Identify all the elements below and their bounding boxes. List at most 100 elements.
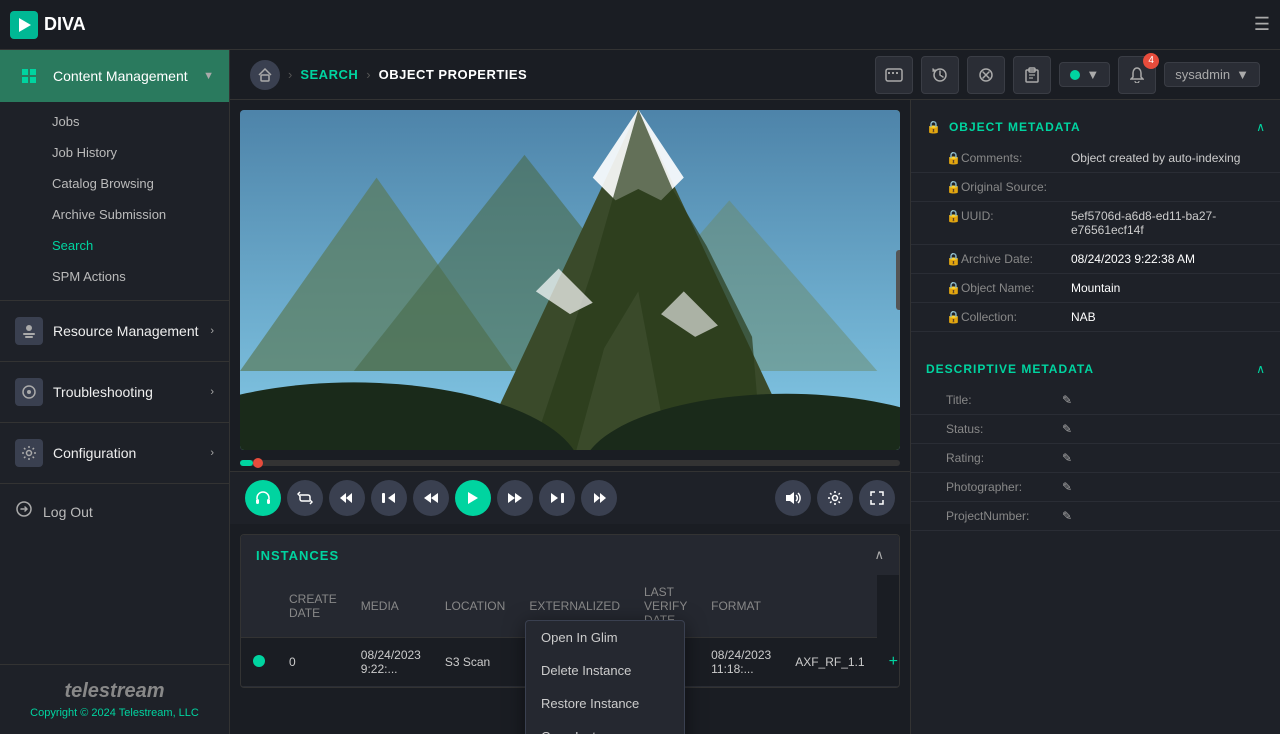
desc-photographer-edit[interactable]: ✎	[1062, 480, 1072, 494]
metadata-object-name-label: Object Name:	[961, 281, 1071, 295]
lock-icon-comments: 🔒	[946, 151, 961, 165]
desc-status-label: Status:	[946, 422, 1056, 436]
troubleshooting-arrow: ›	[210, 386, 214, 398]
content-area: › SEARCH › OBJECT PROPERTIES	[230, 50, 1280, 734]
desc-status-edit[interactable]: ✎	[1062, 422, 1072, 436]
video-panel: ⋮	[230, 100, 910, 734]
breadcrumb-search[interactable]: SEARCH	[300, 67, 358, 82]
breadcrumb-bar: › SEARCH › OBJECT PROPERTIES	[230, 50, 1280, 100]
player-controls	[230, 471, 910, 524]
desc-project-number-edit[interactable]: ✎	[1062, 509, 1072, 523]
instances-title: INSTANCES	[256, 548, 339, 563]
next-frame-button[interactable]	[539, 480, 575, 516]
desc-title-row: Title: ✎	[911, 386, 1280, 415]
context-menu: Open In Glim Delete Instance Restore Ins…	[525, 620, 685, 734]
instance-add-button[interactable]: +	[877, 638, 900, 687]
skip-back-button[interactable]	[329, 480, 365, 516]
metadata-comments-label: Comments:	[961, 151, 1071, 165]
context-delete-instance[interactable]: Delete Instance	[526, 654, 684, 687]
keyboard-button[interactable]	[875, 56, 913, 94]
breadcrumb-arrow-1: ›	[288, 67, 292, 82]
configuration-header[interactable]: Configuration ›	[0, 427, 229, 479]
resource-management-arrow: ›	[210, 325, 214, 337]
instance-format: AXF_RF_1.1	[783, 638, 876, 687]
sidebar-item-job-history[interactable]: Job History	[0, 137, 229, 168]
headphones-button[interactable]	[245, 480, 281, 516]
logo-icon	[10, 11, 38, 39]
menu-button[interactable]: ☰	[1254, 14, 1270, 35]
desc-project-number-row: ProjectNumber: ✎	[911, 502, 1280, 531]
instances-collapse-button[interactable]: ∧	[874, 547, 884, 563]
play-button[interactable]	[455, 480, 491, 516]
settings-button[interactable]	[817, 480, 853, 516]
sidebar-item-catalog-browsing[interactable]: Catalog Browsing	[0, 168, 229, 199]
troubleshooting-icon	[15, 378, 43, 406]
instance-dot-cell	[241, 638, 277, 687]
progress-fill	[240, 460, 253, 466]
copyright-text: Copyright © 2024 Telestream, LLC	[15, 707, 214, 719]
resource-management-label: Resource Management	[53, 323, 200, 339]
metadata-archive-date-row: 🔒 Archive Date: 08/24/2023 9:22:38 AM	[911, 245, 1280, 274]
fullscreen-button[interactable]	[859, 480, 895, 516]
col-action	[783, 575, 876, 638]
desc-rating-edit[interactable]: ✎	[1062, 451, 1072, 465]
loop-button[interactable]	[287, 480, 323, 516]
context-open-glim[interactable]: Open In Glim	[526, 621, 684, 654]
user-status-button[interactable]: ▼	[1059, 62, 1110, 87]
troubleshooting-header[interactable]: Troubleshooting ›	[0, 366, 229, 418]
context-restore-instance[interactable]: Restore Instance	[526, 687, 684, 720]
logo-text: DIVA	[44, 14, 86, 35]
desc-title-edit[interactable]: ✎	[1062, 393, 1072, 407]
metadata-panel: 🔒 OBJECT METADATA ∧ 🔒 Comments: Object c…	[910, 100, 1280, 734]
col-dot	[241, 575, 277, 638]
telestream-logo: telestream	[15, 680, 214, 703]
sync-button[interactable]	[967, 56, 1005, 94]
col-create-date: CREATE DATE	[277, 575, 349, 638]
lock-icon-collection: 🔒	[946, 310, 961, 324]
object-metadata-collapse[interactable]: ∧	[1256, 120, 1265, 134]
sidebar-item-search[interactable]: Search	[0, 230, 229, 261]
object-metadata-header[interactable]: 🔒 OBJECT METADATA ∧	[911, 110, 1280, 144]
skip-forward-button[interactable]	[581, 480, 617, 516]
content-management-icon	[15, 62, 43, 90]
instance-media: S3 Scan	[433, 638, 517, 687]
logout-button[interactable]: Log Out	[0, 488, 229, 535]
rewind-button[interactable]	[413, 480, 449, 516]
user-account-button[interactable]: sysadmin ▼	[1164, 62, 1260, 87]
desc-project-number-label: ProjectNumber:	[946, 509, 1056, 523]
sidebar-item-spm-actions[interactable]: SPM Actions	[0, 261, 229, 292]
metadata-uuid-value: 5ef5706d-a6d8-ed11-ba27-e76561ecf14f	[1071, 209, 1265, 237]
resize-handle[interactable]: ⋮	[896, 250, 900, 310]
prev-frame-button[interactable]	[371, 480, 407, 516]
metadata-original-source-row: 🔒 Original Source:	[911, 173, 1280, 202]
desc-rating-row: Rating: ✎	[911, 444, 1280, 473]
volume-button[interactable]	[775, 480, 811, 516]
clipboard-button[interactable]	[1013, 56, 1051, 94]
lock-icon-source: 🔒	[946, 180, 961, 194]
lock-icon-1: 🔒	[926, 120, 941, 134]
progress-dot	[253, 458, 263, 468]
content-management-header[interactable]: Content Management ▼	[0, 50, 229, 102]
content-management-submenu: Jobs Job History Catalog Browsing Archiv…	[0, 102, 229, 296]
object-metadata-section: 🔒 OBJECT METADATA ∧ 🔒 Comments: Object c…	[911, 100, 1280, 342]
progress-area	[240, 460, 900, 466]
history-button[interactable]	[921, 56, 959, 94]
home-button[interactable]	[250, 60, 280, 90]
progress-bar[interactable]	[240, 460, 900, 466]
instance-status-dot	[253, 655, 265, 667]
resource-management-header[interactable]: Resource Management ›	[0, 305, 229, 357]
sidebar-item-archive-submission[interactable]: Archive Submission	[0, 199, 229, 230]
descriptive-metadata-collapse[interactable]: ∧	[1256, 362, 1265, 376]
sidebar-item-jobs[interactable]: Jobs	[0, 106, 229, 137]
metadata-comments-value: Object created by auto-indexing	[1071, 151, 1265, 165]
descriptive-metadata-header[interactable]: DESCRIPTIVE METADATA ∧	[911, 352, 1280, 386]
metadata-archive-date-value: 08/24/2023 9:22:38 AM	[1071, 252, 1265, 266]
context-copy-instance[interactable]: Copy Instance	[526, 720, 684, 734]
col-media: MEDIA	[349, 575, 433, 638]
fast-forward-button[interactable]	[497, 480, 533, 516]
logout-label: Log Out	[43, 504, 93, 520]
status-dropdown-arrow: ▼	[1086, 67, 1099, 82]
toolbar-right: ▼ 4 sysadmin ▼	[875, 56, 1260, 94]
metadata-archive-date-label: Archive Date:	[961, 252, 1071, 266]
notification-button[interactable]: 4	[1118, 56, 1156, 94]
